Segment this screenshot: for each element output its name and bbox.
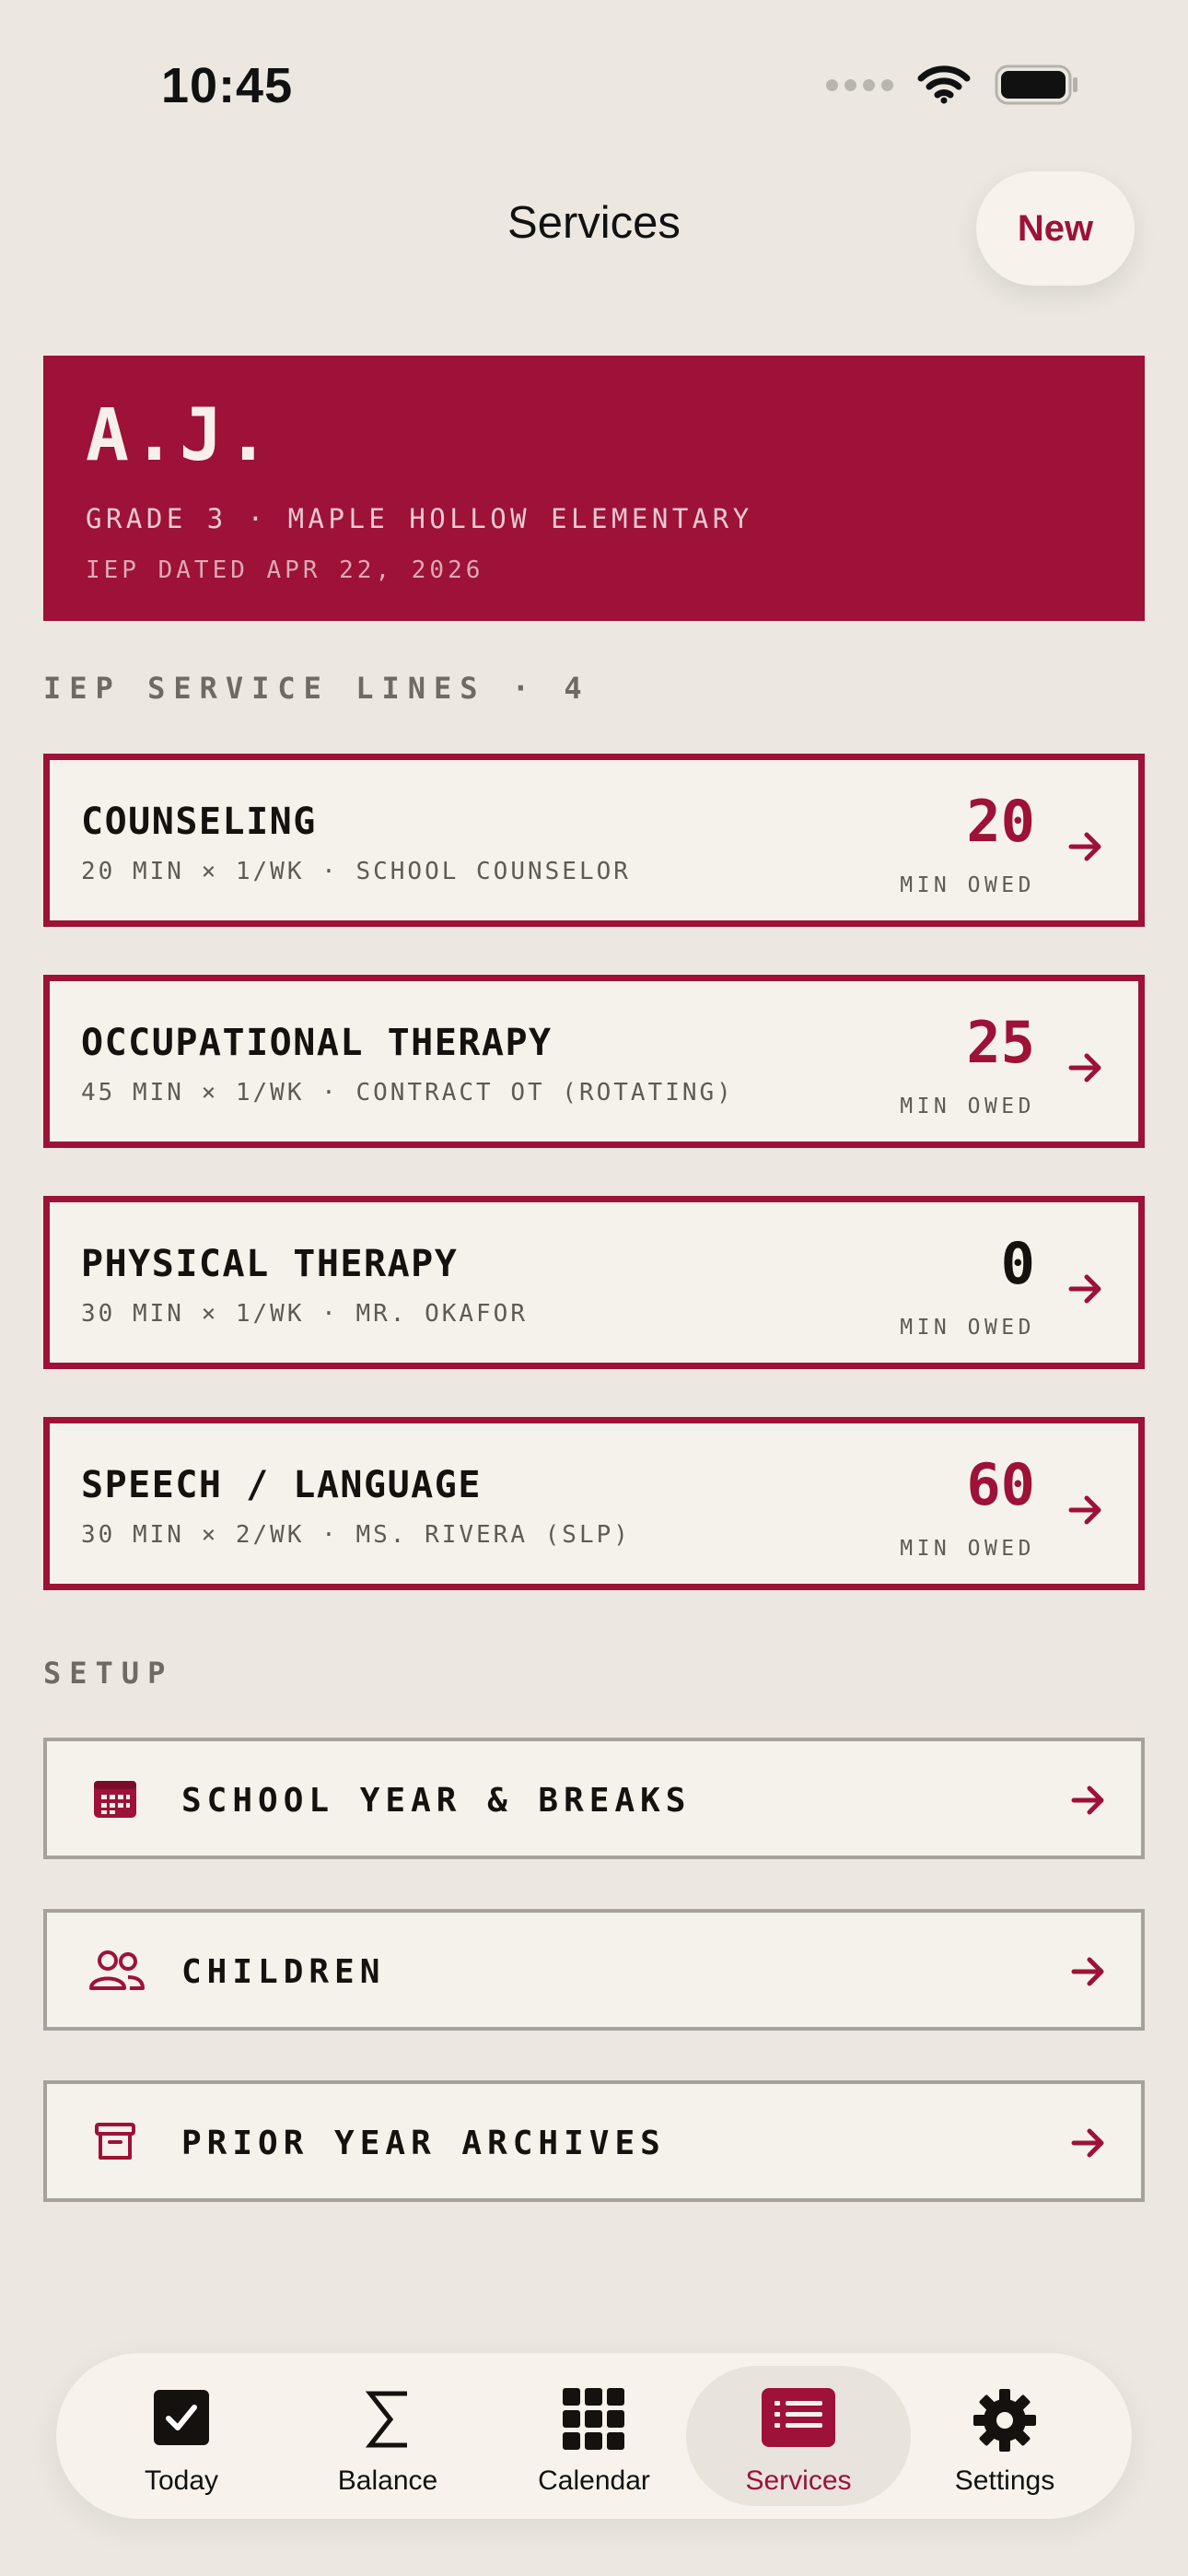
service-name: PHYSICAL THERAPY bbox=[81, 1243, 459, 1285]
service-owed-minutes: 0 bbox=[1000, 1230, 1035, 1297]
service-detail: 20 MIN × 1/WK · SCHOOL COUNSELOR bbox=[81, 858, 631, 885]
setup-label: CHILDREN bbox=[181, 1953, 386, 1991]
arrow-right-icon bbox=[1071, 1786, 1104, 1815]
service-owed-minutes: 20 bbox=[966, 788, 1035, 855]
service-card-physical-therapy[interactable]: PHYSICAL THERAPY 30 MIN × 1/WK · MR. OKA… bbox=[43, 1196, 1145, 1369]
student-iep-date: IEP DATED APR 22, 2026 bbox=[86, 556, 484, 584]
student-card: A.J. GRADE 3 · MAPLE HOLLOW ELEMENTARY I… bbox=[43, 356, 1145, 621]
service-owed-label: MIN OWED bbox=[900, 1537, 1035, 1561]
status-time: 10:45 bbox=[161, 58, 294, 113]
tab-calendar[interactable]: Calendar bbox=[482, 2366, 706, 2506]
service-name: OCCUPATIONAL THERAPY bbox=[81, 1022, 553, 1064]
arrow-right-icon bbox=[1068, 1274, 1101, 1304]
student-school: GRADE 3 · MAPLE HOLLOW ELEMENTARY bbox=[86, 503, 753, 534]
tab-today[interactable]: Today bbox=[69, 2366, 294, 2506]
tab-bar: Today Balance Calendar Services Settings bbox=[56, 2353, 1132, 2519]
arrow-right-icon bbox=[1068, 1053, 1101, 1083]
service-owed-minutes: 60 bbox=[966, 1451, 1035, 1518]
setup-row-prior-year-archives[interactable]: PRIOR YEAR ARCHIVES bbox=[43, 2080, 1145, 2202]
service-detail: 30 MIN × 1/WK · MR. OKAFOR bbox=[81, 1300, 528, 1328]
service-owed-label: MIN OWED bbox=[900, 1316, 1035, 1340]
tab-balance[interactable]: Balance bbox=[275, 2366, 500, 2506]
service-owed-label: MIN OWED bbox=[900, 873, 1035, 897]
battery-icon bbox=[995, 64, 1077, 105]
cellular-signal-icon bbox=[826, 78, 893, 91]
gear-icon bbox=[973, 2389, 1036, 2452]
service-name: SPEECH / LANGUAGE bbox=[81, 1464, 482, 1506]
calendar-icon bbox=[94, 1781, 136, 1818]
wifi-icon bbox=[917, 65, 971, 104]
tab-settings[interactable]: Settings bbox=[892, 2366, 1117, 2506]
status-indicators bbox=[826, 64, 1079, 105]
tab-label: Calendar bbox=[538, 2465, 650, 2496]
student-name: A.J. bbox=[86, 394, 274, 477]
services-section-label: IEP SERVICE LINES · 4 bbox=[43, 671, 590, 706]
list-icon bbox=[762, 2388, 835, 2447]
grid-icon bbox=[563, 2388, 624, 2450]
service-name: COUNSELING bbox=[81, 801, 317, 843]
setup-row-school-year[interactable]: SCHOOL YEAR & BREAKS bbox=[43, 1738, 1145, 1859]
arrow-right-icon bbox=[1071, 1957, 1104, 1986]
setup-row-children[interactable]: CHILDREN bbox=[43, 1909, 1145, 2031]
tab-label: Balance bbox=[337, 2465, 438, 2496]
setup-label: PRIOR YEAR ARCHIVES bbox=[181, 2125, 666, 2162]
service-detail: 45 MIN × 1/WK · CONTRACT OT (ROTATING) bbox=[81, 1079, 734, 1107]
checkbox-icon bbox=[154, 2390, 209, 2445]
service-owed-label: MIN OWED bbox=[900, 1095, 1035, 1118]
service-card-counseling[interactable]: COUNSELING 20 MIN × 1/WK · SCHOOL COUNSE… bbox=[43, 754, 1145, 927]
arrow-right-icon bbox=[1071, 2128, 1104, 2158]
arrow-right-icon bbox=[1068, 1495, 1101, 1525]
service-card-occupational-therapy[interactable]: OCCUPATIONAL THERAPY 45 MIN × 1/WK · CON… bbox=[43, 975, 1145, 1148]
service-card-speech-language[interactable]: SPEECH / LANGUAGE 30 MIN × 2/WK · MS. RI… bbox=[43, 1417, 1145, 1590]
tab-label: Settings bbox=[954, 2465, 1055, 2496]
service-owed-minutes: 25 bbox=[966, 1009, 1035, 1076]
tab-services[interactable]: Services bbox=[686, 2366, 911, 2506]
tab-label: Today bbox=[144, 2465, 219, 2496]
setup-label: SCHOOL YEAR & BREAKS bbox=[181, 1782, 692, 1820]
archive-box-icon bbox=[95, 2123, 135, 2160]
tab-label: Services bbox=[745, 2465, 852, 2496]
arrow-right-icon bbox=[1068, 832, 1101, 861]
new-button[interactable]: New bbox=[976, 171, 1135, 286]
people-icon bbox=[89, 1950, 145, 1990]
sigma-icon bbox=[365, 2391, 407, 2448]
setup-section-label: SETUP bbox=[43, 1656, 174, 1691]
service-detail: 30 MIN × 2/WK · MS. RIVERA (SLP) bbox=[81, 1521, 631, 1549]
